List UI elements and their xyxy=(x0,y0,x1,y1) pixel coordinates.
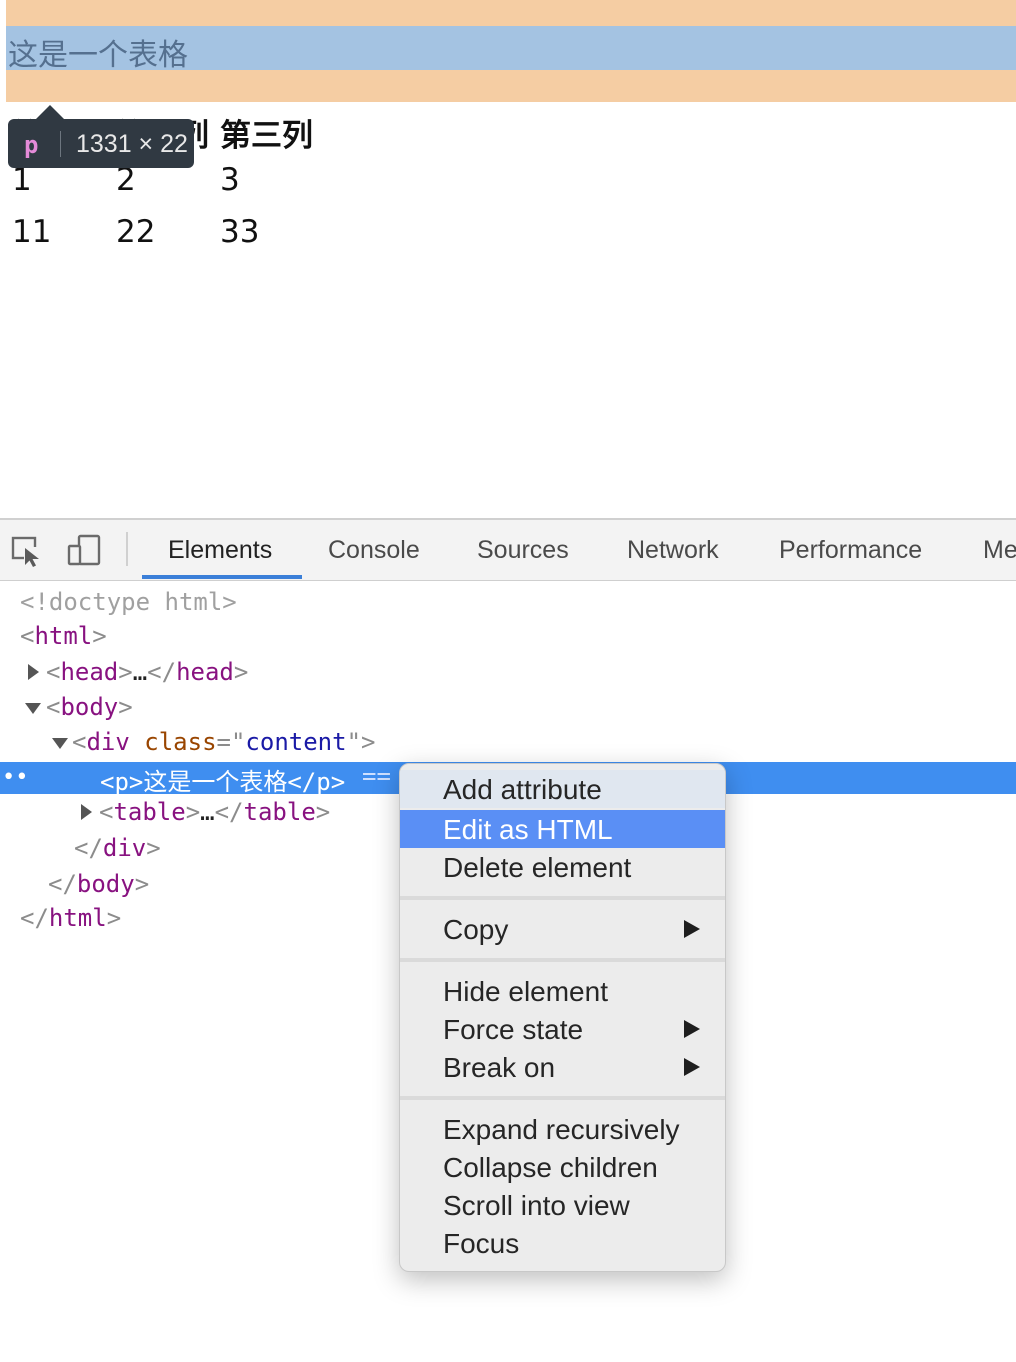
dom-node-body-close[interactable]: </body> xyxy=(48,870,149,898)
tab-memory[interactable]: Me xyxy=(983,536,1016,565)
menu-item-scroll-into-view[interactable]: Scroll into view xyxy=(400,1186,725,1224)
table-cell: 11 xyxy=(12,214,52,250)
tab-network[interactable]: Network xyxy=(627,536,719,565)
margin-overlay-top xyxy=(6,0,1016,26)
devtools-tabbar: Elements Console Sources Network Perform… xyxy=(0,518,1016,581)
tag-name: div xyxy=(102,834,147,862)
tag-name: head xyxy=(60,658,119,686)
more-actions-dots-icon[interactable]: •• xyxy=(2,765,29,790)
menu-item-label: Break on xyxy=(443,1052,556,1083)
table-cell: 22 xyxy=(116,214,156,250)
menu-item-force-state[interactable]: Force state xyxy=(400,1010,725,1048)
menu-separator xyxy=(400,958,725,962)
menu-item-delete-element[interactable]: Delete element xyxy=(400,848,725,886)
menu-item-label: Collapse children xyxy=(443,1152,658,1183)
dom-node-head[interactable]: <head>…</head> xyxy=(46,658,248,686)
menu-item-label: Hide element xyxy=(443,976,608,1007)
tag-name: body xyxy=(60,693,119,721)
menu-item-break-on[interactable]: Break on xyxy=(400,1048,725,1086)
menu-separator xyxy=(400,896,725,900)
tag-name: html xyxy=(48,904,107,932)
inspect-element-icon[interactable] xyxy=(10,532,46,568)
console-ref-marker: == xyxy=(362,762,391,790)
collapse-triangle-icon[interactable] xyxy=(25,703,41,714)
dom-node-p-selected[interactable]: <p>这是一个表格</p> xyxy=(100,762,345,797)
element-inspect-tooltip: p 1331 × 22 xyxy=(8,105,194,168)
margin-overlay-bottom xyxy=(6,70,1016,102)
tag-name: table xyxy=(113,798,186,826)
menu-item-label: Scroll into view xyxy=(443,1190,630,1221)
menu-item-add-attribute[interactable]: Add attribute xyxy=(400,770,725,808)
dom-node-div-close[interactable]: </div> xyxy=(74,834,161,862)
expand-triangle-icon[interactable] xyxy=(81,804,92,820)
menu-separator xyxy=(400,1096,725,1100)
submenu-arrow-icon xyxy=(684,920,700,938)
tooltip-dimensions: 1331 × 22 xyxy=(76,130,188,158)
collapsed-ellipsis: … xyxy=(200,798,215,826)
dom-node-table[interactable]: <table>…</table> xyxy=(99,798,330,826)
submenu-arrow-icon xyxy=(684,1020,700,1038)
menu-item-label: Add attribute xyxy=(443,774,602,805)
menu-item-copy[interactable]: Copy xyxy=(400,910,725,948)
table-cell: 3 xyxy=(220,162,240,198)
menu-item-collapse-children[interactable]: Collapse children xyxy=(400,1148,725,1186)
menu-item-label: Force state xyxy=(443,1014,584,1045)
menu-item-label: Copy xyxy=(443,914,509,945)
tag-name: div xyxy=(86,728,130,756)
page-viewport: 这是一个表格 第一列 第二列 第三列 1 2 3 11 22 33 p 1331… xyxy=(0,0,1016,518)
table-header-cell: 第三列 xyxy=(220,118,313,154)
attr-value: content xyxy=(245,728,347,756)
dom-node-div[interactable]: <div class="content"> xyxy=(72,728,375,756)
tag-name: body xyxy=(76,870,135,898)
tooltip-divider xyxy=(60,131,61,157)
menu-item-focus[interactable]: Focus xyxy=(400,1224,725,1262)
device-toolbar-icon[interactable] xyxy=(66,532,102,568)
expand-triangle-icon[interactable] xyxy=(28,664,39,680)
menu-item-label: Delete element xyxy=(443,852,632,883)
menu-item-expand-recursively[interactable]: Expand recursively xyxy=(400,1110,725,1148)
tab-console[interactable]: Console xyxy=(328,536,420,565)
dom-node-doctype[interactable]: <!doctype html> xyxy=(20,588,237,616)
toolbar-divider xyxy=(126,532,128,566)
tab-sources[interactable]: Sources xyxy=(477,536,569,565)
submenu-arrow-icon xyxy=(684,1058,700,1076)
dom-node-html-close[interactable]: </html> xyxy=(20,904,121,932)
tooltip-tag-name: p xyxy=(24,131,39,159)
tag-name: html xyxy=(34,622,93,650)
tab-elements[interactable]: Elements xyxy=(168,536,272,565)
dom-node-html[interactable]: <html> xyxy=(20,622,107,650)
collapse-triangle-icon[interactable] xyxy=(52,738,68,749)
active-tab-indicator xyxy=(142,575,302,579)
attr-name: class xyxy=(144,728,217,756)
menu-item-hide-element[interactable]: Hide element xyxy=(400,972,725,1010)
menu-item-label: Focus xyxy=(443,1228,520,1259)
tag-name: head xyxy=(176,658,234,686)
paragraph-text: 这是一个表格 xyxy=(8,38,188,73)
menu-item-label: Edit as HTML xyxy=(443,814,613,845)
menu-item-label: Expand recursively xyxy=(443,1114,680,1145)
collapsed-ellipsis: … xyxy=(132,658,148,686)
menu-item-edit-as-html[interactable]: Edit as HTML xyxy=(400,810,725,848)
tab-performance[interactable]: Performance xyxy=(779,536,922,565)
tag-name: table xyxy=(243,798,316,826)
dom-node-body[interactable]: <body> xyxy=(46,693,133,721)
context-menu: Add attribute Edit as HTML Delete elemen… xyxy=(399,763,726,1272)
table-cell: 33 xyxy=(220,214,260,250)
